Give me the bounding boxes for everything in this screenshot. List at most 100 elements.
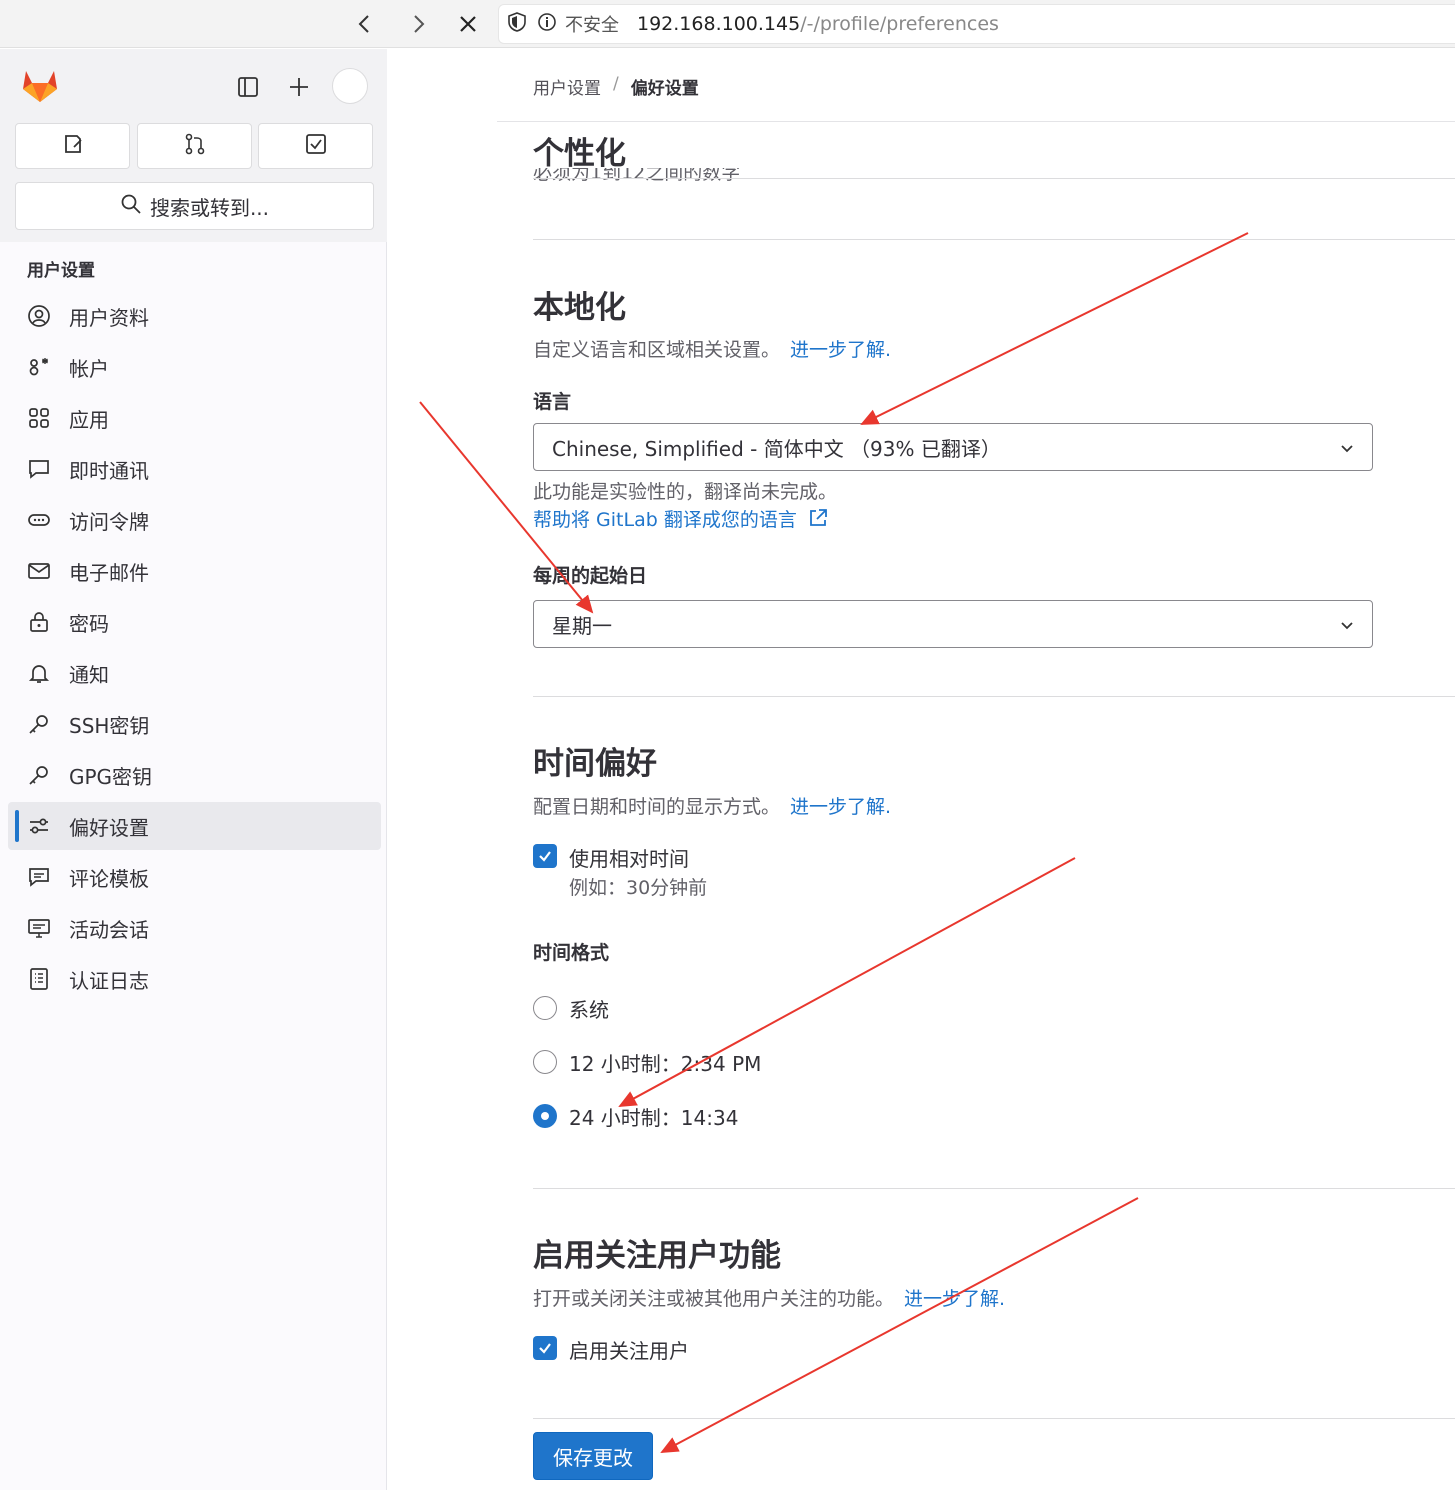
sidebar-item-label: 密码 [69,611,109,636]
search-label: 搜索或转到... [149,195,270,220]
sidebar-item[interactable]: 即时通讯 [8,445,381,493]
localization-description: 自定义语言和区域相关设置。 进一步了解. [533,335,891,362]
todo-checkbox-icon [305,133,327,159]
translate-link-wrap: 帮助将 GitLab 翻译成您的语言 [533,505,829,534]
personalization-clipped-text: 必须为1到12之间的数字 [533,168,741,184]
issues-button[interactable] [15,123,130,169]
plus-icon[interactable] [283,71,315,103]
sidebar-item-label: 通知 [69,662,109,687]
sidebar-item[interactable]: GPG密钥 [8,751,381,799]
sidebar-item[interactable]: 认证日志 [8,955,381,1003]
time-format-24h-radio[interactable] [533,1104,557,1128]
breadcrumb-separator: / [613,74,619,94]
sidebar-item[interactable]: 密码 [8,598,381,646]
enable-follow-checkbox[interactable] [533,1336,557,1360]
time-format-12h-label[interactable]: 12 小时制：2:34 PM [569,1048,761,1077]
sidebar-item-label: 偏好设置 [69,815,149,840]
issues-icon [62,133,84,159]
log-icon [26,966,52,992]
stop-loading-icon[interactable] [452,8,484,40]
key-icon [26,711,52,737]
breadcrumb: 用户设置 / 偏好设置 [533,74,699,99]
merge-requests-button[interactable] [137,123,252,169]
chat-icon [26,456,52,482]
sidebar-item-label: GPG密钥 [69,764,153,789]
sidebar-item[interactable]: 用户资料 [8,292,381,340]
external-link-icon[interactable] [807,507,829,534]
time-preferences-learn-more-link[interactable]: 进一步了解. [790,796,891,818]
chevron-down-icon [1338,615,1356,639]
time-format-24h-label[interactable]: 24 小时制：14:34 [569,1102,738,1131]
section-divider [533,239,1455,240]
relative-time-example: 例如：30分钟前 [569,877,708,899]
sidebar-item[interactable]: 帐户 [8,343,381,391]
preferences-icon [26,813,52,839]
first-day-select[interactable]: 星期一 [533,600,1373,648]
sidebar-item-label: 电子邮件 [69,560,149,585]
todos-button[interactable] [258,123,373,169]
search-button[interactable]: 搜索或转到... [15,182,374,230]
sidebar: 搜索或转到... 用户设置 用户资料帐户应用即时通讯访问令牌电子邮件密码通知 SS… [0,49,387,1490]
sidebar-section-title: 用户设置 [27,261,95,281]
profile-icon [26,303,52,329]
follow-users-learn-more-link[interactable]: 进一步了解. [904,1288,1005,1310]
time-format-label: 时间格式 [533,942,610,964]
relative-time-label[interactable]: 使用相对时间 [569,843,689,872]
time-format-12h-radio[interactable] [533,1050,557,1074]
url-path: /-/profile/preferences [800,13,999,35]
sidebar-item-label: 用户资料 [69,305,149,330]
sidebar-item[interactable]: 评论模板 [8,853,381,901]
lock-icon [26,609,52,635]
language-hint: 此功能是实验性的，翻译尚未完成。 [533,481,838,503]
section-divider [533,696,1455,697]
chevron-down-icon [1338,438,1356,462]
info-icon[interactable] [537,12,557,37]
language-select[interactable]: Chinese, Simplified - 简体中文 （93% 已翻译） [533,423,1373,471]
sidebar-item[interactable]: 通知 [8,649,381,697]
sidebar-item[interactable]: 访问令牌 [8,496,381,544]
sidebar-item-label: 即时通讯 [69,458,149,483]
toggle-sidebar-icon[interactable] [232,71,264,103]
merge-request-icon [184,133,206,159]
section-divider [533,1418,1455,1419]
address-bar[interactable]: 不安全 192.168.100.145/-/profile/preference… [498,4,1455,44]
first-day-value: 星期一 [552,613,612,638]
first-day-label: 每周的起始日 [533,565,648,587]
relative-time-checkbox[interactable] [533,844,557,868]
follow-users-title: 启用关注用户功能 [533,1238,781,1274]
sidebar-item-label: 帐户 [69,356,109,381]
gitlab-logo-icon[interactable] [20,65,60,105]
shield-icon [507,11,527,37]
time-preferences-title: 时间偏好 [533,746,657,782]
language-value: Chinese, Simplified - 简体中文 （93% 已翻译） [552,436,1001,461]
comment-template-icon [26,864,52,890]
bell-icon [26,660,52,686]
back-icon[interactable] [349,8,381,40]
breadcrumb-parent[interactable]: 用户设置 [533,74,601,99]
mail-icon [26,558,52,584]
sidebar-item[interactable]: SSH密钥 [8,700,381,748]
sidebar-item[interactable]: 偏好设置 [8,802,381,850]
translate-link[interactable]: 帮助将 GitLab 翻译成您的语言 [533,509,797,531]
save-changes-button[interactable]: 保存更改 [533,1432,653,1480]
sidebar-item[interactable]: 电子邮件 [8,547,381,595]
sidebar-item-label: 评论模板 [69,866,149,891]
enable-follow-label[interactable]: 启用关注用户 [569,1335,689,1364]
token-icon [26,507,52,533]
time-preferences-description: 配置日期和时间的显示方式。 进一步了解. [533,792,891,819]
sidebar-item-label: 活动会话 [69,917,149,942]
sidebar-header: 搜索或转到... [0,49,387,242]
avatar[interactable] [332,68,368,104]
breadcrumb-divider [497,121,1455,122]
localization-learn-more-link[interactable]: 进一步了解. [790,339,891,361]
insecure-label: 不安全 [565,15,619,36]
personalization-title: 个性化 [533,136,626,172]
personalization-divider [533,178,1455,179]
sidebar-item[interactable]: 应用 [8,394,381,442]
section-divider [533,1188,1455,1189]
time-format-system-radio[interactable] [533,996,557,1020]
forward-icon[interactable] [402,8,434,40]
time-format-system-label[interactable]: 系统 [569,994,609,1023]
sidebar-item[interactable]: 活动会话 [8,904,381,952]
sidebar-item-label: 访问令牌 [69,509,149,534]
